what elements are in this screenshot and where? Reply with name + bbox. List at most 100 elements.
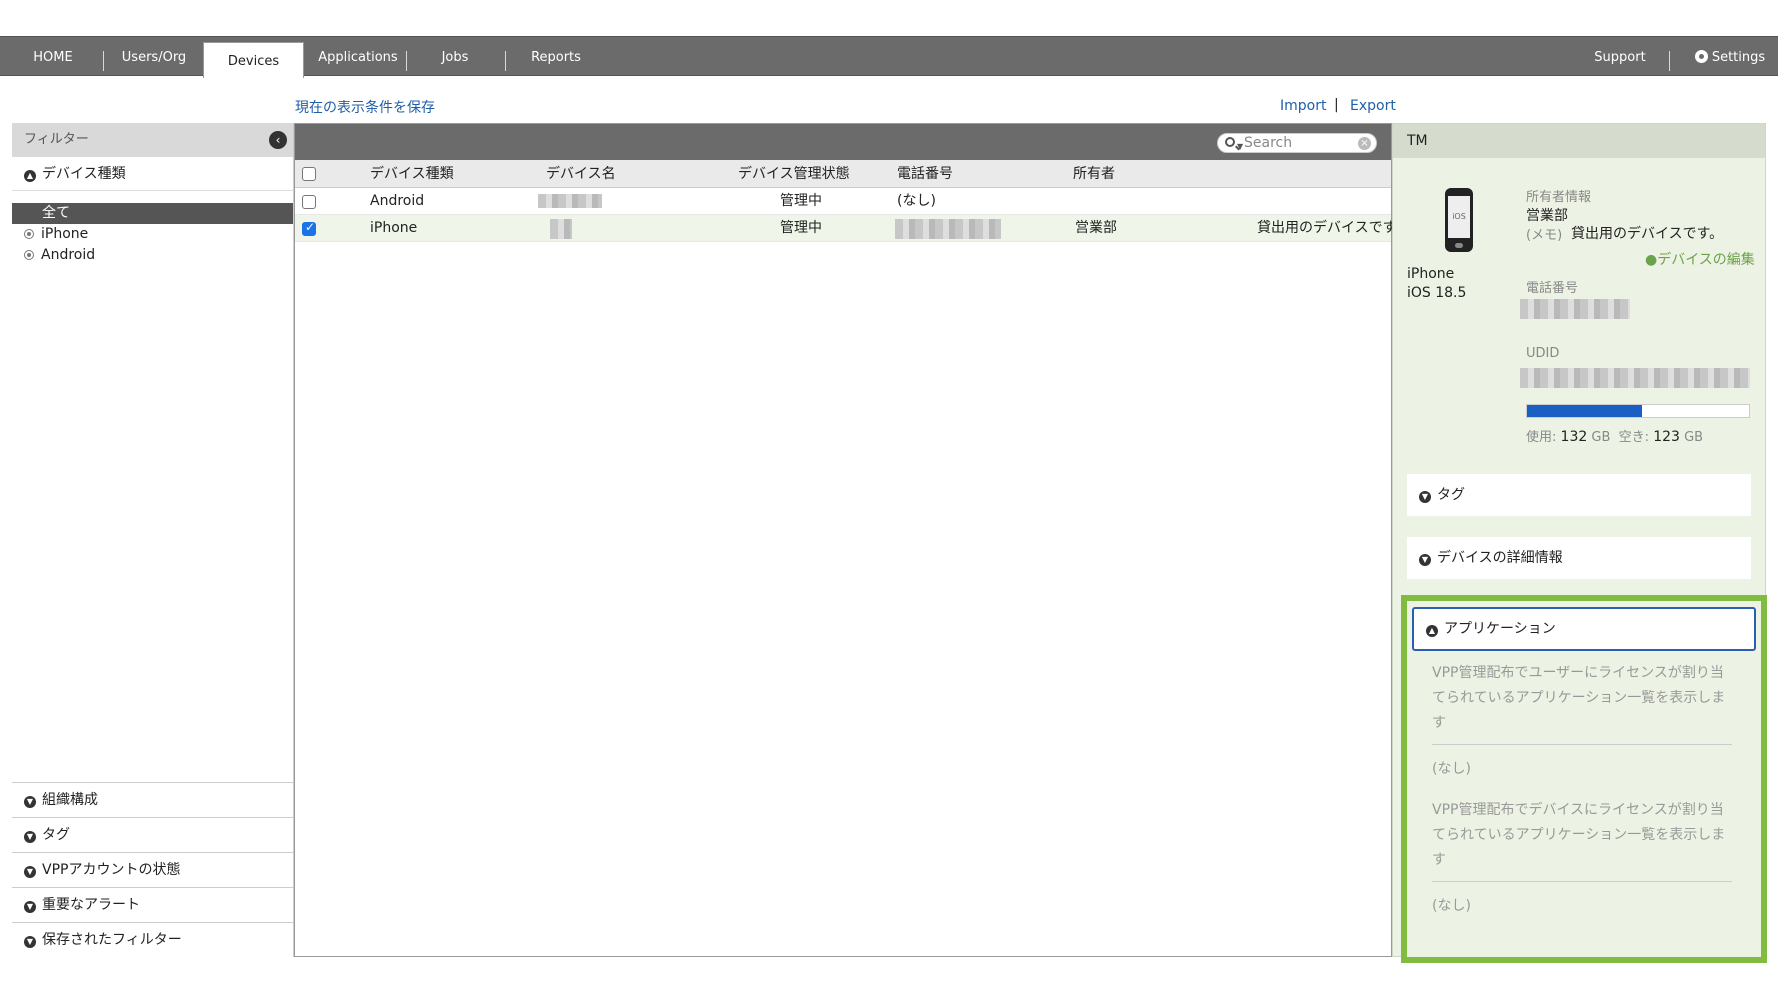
filter-title: フィルター — [24, 132, 89, 147]
chevron-up-icon: ▲ — [1426, 625, 1438, 637]
applications-section-body: VPP管理配布でユーザーにライセンスが割り当てられているアプリケーション一覧を表… — [1432, 661, 1732, 919]
filter-section-alerts[interactable]: ▼ 重要なアラート — [12, 887, 294, 922]
clear-icon[interactable]: × — [1358, 137, 1371, 150]
applications-highlight-frame: ▲ アプリケーション VPP管理配布でユーザーにライセンスが割り当てられているアプ… — [1401, 595, 1767, 963]
cell-memo: 貸出用のデバイスです — [1257, 220, 1397, 236]
os-version: iOS 18.5 — [1407, 285, 1467, 301]
section-label: アプリケーション — [1444, 621, 1556, 637]
filter-section-saved[interactable]: ▼ 保存されたフィルター — [12, 922, 294, 957]
filter-section-org[interactable]: ▼ 組織構成 — [12, 782, 294, 817]
radio-icon — [24, 229, 34, 239]
chevron-down-icon: ▼ — [1419, 491, 1431, 503]
device-type-option-all[interactable]: 全て — [12, 203, 293, 224]
chevron-down-icon: ▼ — [24, 936, 36, 948]
nav-tab-jobs[interactable]: Jobs — [425, 37, 485, 76]
udid-label: UDID — [1526, 346, 1560, 361]
filter-bottom-sections: ▼ 組織構成 ▼ タグ ▼ VPPアカウントの状態 ▼ 重要なアラート ▼ 保存されたフィ… — [12, 782, 294, 957]
chevron-down-icon: ▼ — [1419, 554, 1431, 566]
nav-tab-reports[interactable]: Reports — [518, 37, 594, 76]
save-view-link[interactable]: 現在の表示条件を保存 — [295, 97, 435, 117]
search-icon — [1225, 137, 1235, 147]
import-link[interactable]: Import — [1280, 98, 1326, 114]
memo-label: (メモ) — [1526, 228, 1563, 243]
filter-section-tag[interactable]: ▼ タグ — [12, 817, 294, 852]
column-header-name[interactable]: デバイス名 — [546, 160, 616, 188]
storage-used-fill — [1527, 405, 1643, 417]
settings-label: Settings — [1711, 50, 1766, 65]
home-button-icon — [1455, 243, 1463, 248]
device-type-title: デバイス種類 — [42, 166, 126, 182]
edit-device-label: デバイスの編集 — [1657, 252, 1755, 268]
option-label: iPhone — [41, 226, 89, 242]
device-vpp-description: VPP管理配布でデバイスにライセンスが割り当てられているアプリケーション一覧を表… — [1432, 802, 1726, 868]
chevron-down-icon: ▼ — [24, 796, 36, 808]
ios-screen-icon: iOS — [1448, 196, 1470, 238]
nav-separator — [406, 51, 407, 71]
cell-owner: 営業部 — [1075, 220, 1117, 236]
nav-separator — [505, 51, 506, 71]
row-checkbox[interactable] — [302, 195, 316, 209]
filter-sidebar: フィルター ‹ ▲ デバイス種類 全て iPhone Android ▼ 組織構成 … — [12, 123, 294, 957]
free-value: 123 — [1653, 429, 1680, 445]
column-header-type[interactable]: デバイス種類 — [370, 160, 454, 188]
export-link[interactable]: Export — [1350, 98, 1396, 114]
search-input[interactable]: ▼ Search × — [1217, 133, 1377, 153]
device-detail-panel: TM iOS iPhone iOS 18.5 所有者情報 営業部 (メモ) 貸出… — [1392, 123, 1767, 963]
redacted-phone — [895, 219, 1001, 239]
device-type-option-iphone[interactable]: iPhone — [12, 224, 293, 245]
nav-tab-devices[interactable]: Devices — [203, 42, 304, 78]
table-row[interactable]: iPhone 管理中 営業部 貸出用のデバイスです — [295, 215, 1397, 242]
row-checkbox-checked[interactable] — [302, 220, 316, 236]
nav-support-link[interactable]: Support — [1580, 37, 1660, 76]
table-toolbar: ▼ Search × — [295, 124, 1391, 160]
section-label: 重要なアラート — [42, 897, 140, 913]
redacted-device-name — [550, 219, 572, 239]
redacted-phone-value — [1520, 299, 1630, 319]
nav-settings-link[interactable]: Settings — [1680, 37, 1778, 76]
free-label: 空き: — [1618, 430, 1650, 445]
column-header-phone[interactable]: 電話番号 — [897, 160, 953, 188]
device-details-section-toggle[interactable]: ▼ デバイスの詳細情報 — [1407, 537, 1751, 579]
top-nav-bar: HOME Users/Org Devices Applications Jobs… — [0, 36, 1778, 78]
nav-tab-applications[interactable]: Applications — [312, 37, 404, 76]
table-row[interactable]: Android 管理中 (なし) — [295, 188, 1391, 215]
column-header-status[interactable]: デバイス管理状態 — [738, 160, 850, 188]
column-header-owner[interactable]: 所有者 — [1073, 160, 1115, 188]
nav-separator — [1669, 51, 1670, 71]
redacted-udid-value — [1520, 368, 1750, 388]
select-all-checkbox[interactable] — [302, 167, 316, 181]
device-type-option-android[interactable]: Android — [12, 245, 293, 266]
nav-tab-home[interactable]: HOME — [20, 37, 86, 76]
device-model: iPhone — [1407, 266, 1455, 282]
detail-header: TM — [1393, 124, 1765, 158]
cell-status: 管理中 — [780, 220, 822, 236]
nav-separator — [103, 51, 104, 71]
memo-value: 貸出用のデバイスです。 — [1571, 226, 1724, 242]
redacted-device-name — [538, 194, 602, 208]
user-vpp-value: (なし) — [1432, 761, 1471, 777]
chevron-down-icon: ▼ — [24, 831, 36, 843]
table-header: デバイス種類 デバイス名 デバイス管理状態 電話番号 所有者 — [295, 160, 1391, 188]
device-list-panel: ▼ Search × デバイス種類 デバイス名 デバイス管理状態 電話番号 所有… — [294, 123, 1397, 957]
edit-device-link[interactable]: ●デバイスの編集 — [1645, 249, 1755, 269]
chevron-down-icon: ▼ — [24, 901, 36, 913]
device-type-section[interactable]: ▲ デバイス種類 — [12, 157, 293, 191]
owner-value: 営業部 — [1526, 208, 1568, 224]
free-unit: GB — [1684, 430, 1704, 445]
tag-section-toggle[interactable]: ▼ タグ — [1407, 474, 1751, 516]
caret-down-icon: ▼ — [1237, 142, 1244, 151]
collapse-left-icon[interactable]: ‹ — [269, 131, 287, 149]
storage-text: 使用: 132 GB 空き: 123 GB — [1526, 426, 1703, 445]
iphone-icon: iOS — [1445, 188, 1473, 252]
used-value: 132 — [1560, 429, 1588, 445]
nav-tab-users-org[interactable]: Users/Org — [112, 37, 196, 76]
section-label: 組織構成 — [42, 792, 98, 808]
cell-phone: (なし) — [897, 193, 936, 209]
owner-label: 所有者情報 — [1526, 190, 1592, 205]
chevron-up-icon: ▲ — [24, 170, 36, 182]
applications-section-toggle[interactable]: ▲ アプリケーション — [1412, 607, 1756, 651]
filter-section-vpp[interactable]: ▼ VPPアカウントの状態 — [12, 852, 294, 887]
chevron-down-icon: ▼ — [24, 866, 36, 878]
phone-label: 電話番号 — [1526, 281, 1579, 296]
